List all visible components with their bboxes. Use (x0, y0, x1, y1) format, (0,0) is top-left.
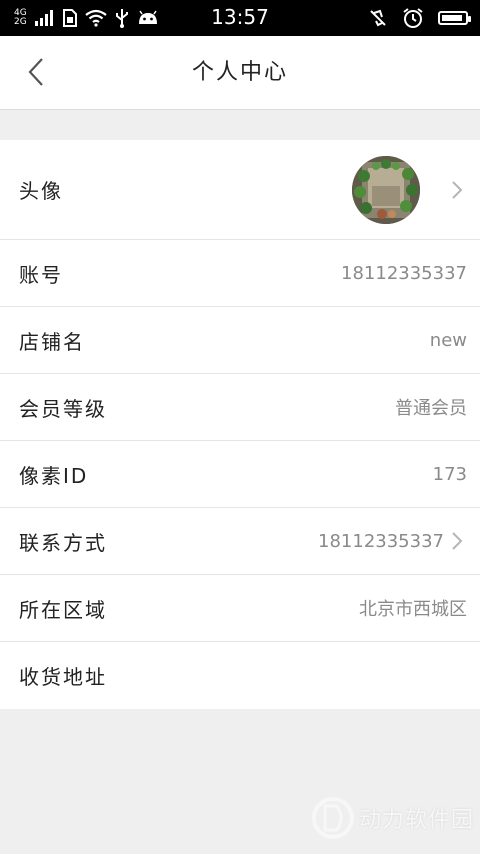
avatar-row[interactable]: 头像 (0, 140, 480, 240)
contact-row[interactable]: 联系方式 18112335337 (0, 508, 480, 575)
shop-name-row[interactable]: 店铺名 new (0, 307, 480, 374)
region-value: 北京市西城区 (359, 599, 467, 620)
member-level-value: 普通会员 (395, 398, 467, 419)
account-value: 18112335337 (341, 262, 467, 284)
watermark-text: 动力软件园 (358, 808, 474, 833)
page-title: 个人中心 (191, 60, 288, 85)
region-label: 所在区域 (19, 597, 107, 622)
pixel-id-row: 像素ID 173 (0, 441, 480, 508)
avatar-label: 头像 (19, 179, 63, 203)
contact-value: 18112335337 (318, 530, 444, 552)
account-row: 账号 18112335337 (0, 240, 480, 307)
chevron-right-icon (450, 530, 464, 552)
avatar (352, 156, 420, 224)
account-label: 账号 (19, 262, 63, 287)
profile-list: 头像 账号 18112335337 店铺名 new 会员等级 普通会员 像素ID… (0, 140, 480, 709)
watermark-logo-icon (311, 797, 354, 839)
shop-name-value: new (429, 329, 467, 351)
status-bar: 4G 2G 13:57 (0, 0, 480, 36)
status-right (368, 6, 471, 30)
member-level-row: 会员等级 普通会员 (0, 374, 480, 441)
pixel-id-label: 像素ID (19, 463, 89, 488)
member-level-label: 会员等级 (19, 396, 107, 421)
shipping-address-row[interactable]: 收货地址 (0, 642, 480, 709)
shipping-address-label: 收货地址 (19, 665, 107, 689)
battery-icon (438, 11, 471, 25)
vibrate-off-icon (370, 9, 386, 27)
page-header: 个人中心 (0, 36, 480, 110)
watermark: 动力软件园 (311, 796, 474, 840)
alarm-icon (403, 8, 423, 28)
pixel-id-value: 173 (432, 463, 467, 485)
region-row[interactable]: 所在区域 北京市西城区 (0, 575, 480, 642)
chevron-right-icon (450, 179, 464, 201)
contact-label: 联系方式 (19, 530, 107, 555)
shop-name-label: 店铺名 (19, 329, 85, 354)
